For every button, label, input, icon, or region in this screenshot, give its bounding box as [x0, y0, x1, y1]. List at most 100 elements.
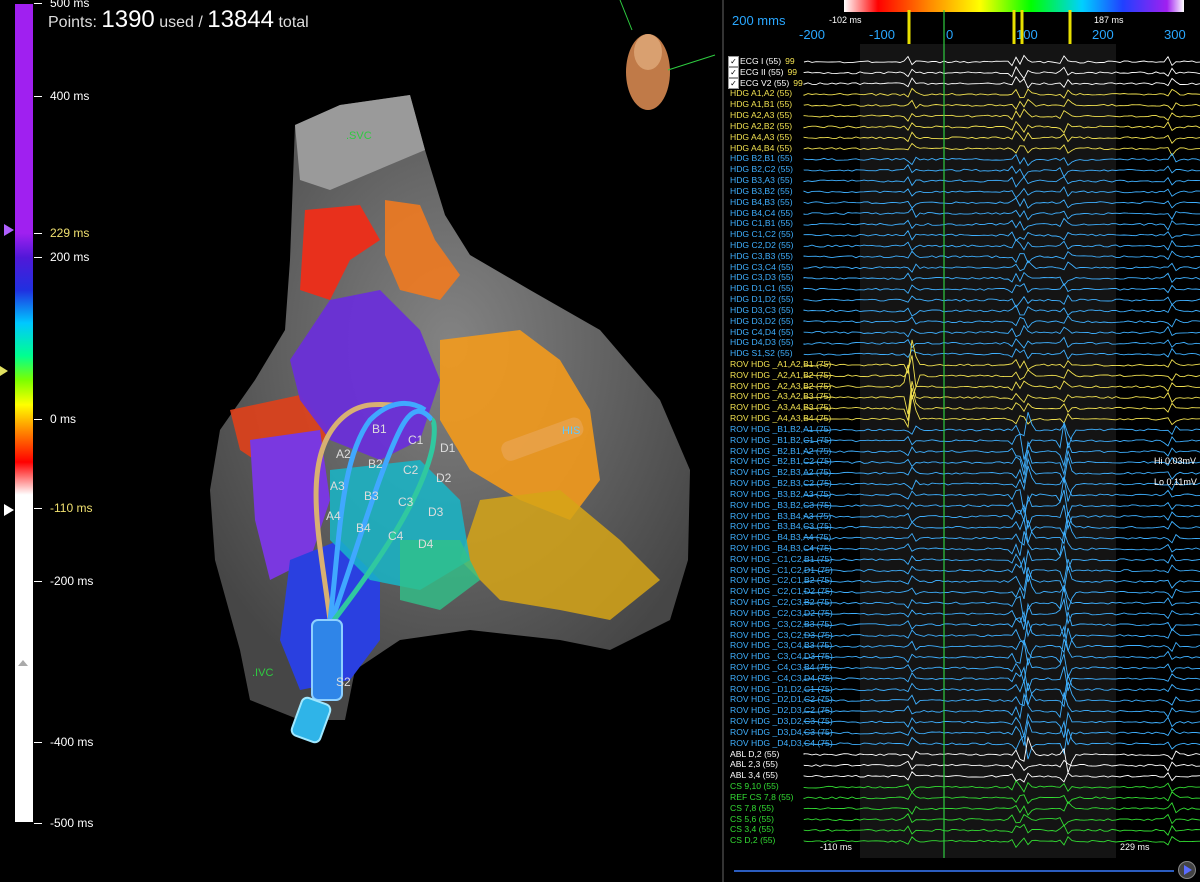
channel-label[interactable]: ROV HDG _A1,A2,B1 (75) — [730, 359, 831, 369]
channel-label[interactable]: HDG A4,A3 (55) — [730, 132, 792, 142]
channel-label[interactable]: ROV HDG _D1,D2,C1 (75) — [730, 684, 833, 694]
electrode-label: A4 — [326, 509, 341, 523]
channel-label[interactable]: ROV HDG _B2,B1,C2 (75) — [730, 456, 832, 466]
channel-label[interactable]: CS 3,4 (55) — [730, 824, 774, 834]
channel-label[interactable]: ROV HDG _C3,C2,B3 (75) — [730, 619, 832, 629]
channel-label[interactable]: ROV HDG _D2,D1,C2 (75) — [730, 694, 833, 704]
channel-label[interactable]: ROV HDG _B4,B3,A4 (75) — [730, 532, 831, 542]
channel-label[interactable]: ROV HDG _A3,A4,B3 (75) — [730, 402, 831, 412]
channel-label[interactable]: CS 7,8 (55) — [730, 803, 774, 813]
channel-label[interactable]: HDG A1,A2 (55) — [730, 88, 792, 98]
channel-label[interactable]: HDG C3,C4 (55) — [730, 262, 794, 272]
electrode-label: A2 — [336, 447, 351, 461]
channel-label[interactable]: ROV HDG _B3,B2,C3 (75) — [730, 500, 832, 510]
svc-label: .SVC — [346, 130, 372, 142]
channel-label[interactable]: ROV HDG _C3,C2,D3 (75) — [730, 630, 833, 640]
channel-label[interactable]: ROV HDG _B4,B3,C4 (75) — [730, 543, 832, 553]
channel-label[interactable]: HDG A1,B1 (55) — [730, 99, 792, 109]
channel-label[interactable]: ROV HDG _C2,C1,D2 (75) — [730, 586, 833, 596]
channel-label[interactable]: HDG C3,D3 (55) — [730, 272, 794, 282]
electrode-label: B2 — [368, 457, 383, 471]
heart-map[interactable]: .SVC .IVC HIS B1 C1 D1 A2 B2 C2 D2 A3 B3 C3 D3 A4 B4… — [0, 0, 722, 882]
channel-label[interactable]: ROV HDG _A2,A1,B2 (75) — [730, 370, 831, 380]
channel-label[interactable]: HDG D1,D2 (55) — [730, 294, 794, 304]
channel-checkbox[interactable]: ✓ — [728, 56, 739, 67]
electrode-label: D3 — [428, 505, 444, 519]
channel-label[interactable]: ROV HDG _C4,C3,D4 (75) — [730, 673, 833, 683]
electrode-label: C2 — [403, 463, 419, 477]
channel-label[interactable]: HDG S1,S2 (55) — [730, 348, 793, 358]
channel-label[interactable]: ROV HDG _C3,C4,B3 (75) — [730, 640, 832, 650]
channel-label[interactable]: HDG C4,D4 (55) — [730, 327, 794, 337]
channel-label[interactable]: HDG B3,A3 (55) — [730, 175, 793, 185]
egm-panel[interactable]: 200 mms -102 ms 187 ms -200 -100 0 100 200 30… — [722, 0, 1200, 882]
channel-label[interactable]: HDG C3,B3 (55) — [730, 251, 793, 261]
channel-label[interactable]: ROV HDG _B2,B3,C2 (75) — [730, 478, 832, 488]
foot-left-ms: -110 ms — [820, 842, 852, 852]
electrode-label: C4 — [388, 529, 404, 543]
channel-checkbox[interactable]: ✓ — [728, 66, 739, 78]
channel-label[interactable]: HDG B2,C2 (55) — [730, 164, 793, 174]
channel-label[interactable]: ROV HDG _D4,D3,C4 (75) — [730, 738, 833, 748]
channel-label[interactable]: HDG B4,C4 (55) — [730, 208, 793, 218]
electrode-label: C1 — [408, 433, 424, 447]
channel-label[interactable]: ROV HDG _B1,B2,C1 (75) — [730, 435, 832, 445]
channel-label[interactable]: ABL 2,3 (55) — [730, 759, 778, 769]
channel-label[interactable]: CS D,2 (55) — [730, 835, 775, 845]
channel-label[interactable]: HDG B3,B2 (55) — [730, 186, 793, 196]
channel-label[interactable]: HDG D4,D3 (55) — [730, 337, 794, 347]
channel-label[interactable]: ROV HDG _C4,C3,B4 (75) — [730, 662, 832, 672]
channel-label[interactable]: ROV HDG _C1,C2,B1 (75) — [730, 554, 832, 564]
channel-label[interactable]: HDG A2,A3 (55) — [730, 110, 792, 120]
timeline-bar[interactable] — [724, 858, 1200, 882]
channel-label[interactable]: HDG D3,D2 (55) — [730, 316, 794, 326]
channel-label[interactable]: ROV HDG _A2,A3,B2 (75) — [730, 381, 831, 391]
channel-label[interactable]: ROV HDG _C2,C3,B2 (75) — [730, 597, 832, 607]
channel-label[interactable]: ✓ ECG V2 (55) 99 — [728, 77, 803, 89]
foot-right-ms: 229 ms — [1120, 842, 1150, 852]
channel-label[interactable]: HDG A4,B4 (55) — [730, 143, 792, 153]
channel-label[interactable]: HDG C2,D2 (55) — [730, 240, 794, 250]
electrode-label: D1 — [440, 441, 456, 455]
channel-label[interactable]: ROV HDG _C2,C1,B2 (75) — [730, 575, 832, 585]
channel-label[interactable]: ROV HDG _D3,D4,C3 (75) — [730, 727, 833, 737]
ivc-label: .IVC — [252, 667, 273, 679]
channel-label[interactable]: HDG C1,B1 (55) — [730, 218, 793, 228]
channel-label[interactable]: ROV HDG _D3,D2,C3 (75) — [730, 716, 833, 726]
play-button[interactable] — [1178, 861, 1196, 879]
channel-label[interactable]: HDG D3,C3 (55) — [730, 305, 794, 315]
electrode-label: D2 — [436, 471, 452, 485]
channel-label[interactable]: ROV HDG _B2,B3,A2 (75) — [730, 467, 831, 477]
channel-label[interactable]: ROV HDG _D2,D3,C2 (75) — [730, 705, 833, 715]
channel-label[interactable]: ROV HDG _C3,C4,D3 (75) — [730, 651, 833, 661]
channel-label[interactable]: CS 9,10 (55) — [730, 781, 779, 791]
channel-checkbox[interactable]: ✓ — [728, 77, 739, 89]
channel-label[interactable]: ROV HDG _B1,B2,A1 (75) — [730, 424, 831, 434]
channel-label[interactable]: HDG B2,B1 (55) — [730, 153, 793, 163]
channel-label[interactable]: ABL 3,4 (55) — [730, 770, 778, 780]
channel-label[interactable]: ABL D,2 (55) — [730, 749, 779, 759]
channel-label[interactable]: CS 5,6 (55) — [730, 814, 774, 824]
electrode-label: A3 — [330, 479, 345, 493]
channel-label[interactable]: ROV HDG _B2,B1,A2 (75) — [730, 446, 831, 456]
electrode-label: B1 — [372, 422, 387, 436]
channel-label[interactable]: ✓ ECG II (55) 99 — [728, 66, 797, 78]
electrode-label: D4 — [418, 537, 434, 551]
channel-label[interactable]: ROV HDG _C1,C2,D1 (75) — [730, 565, 833, 575]
activation-map-panel[interactable]: 500 ms 400 ms 229 ms 200 ms 0 ms -110 ms -200 … — [0, 0, 722, 882]
channel-label[interactable]: ROV HDG _B3,B4,A3 (75) — [730, 511, 831, 521]
channel-label[interactable]: ROV HDG _B3,B2,A3 (75) — [730, 489, 831, 499]
channel-label[interactable]: ROV HDG _A3,A2,B3 (75) — [730, 391, 831, 401]
channel-label[interactable]: HDG B4,B3 (55) — [730, 197, 793, 207]
electrode-label: C3 — [398, 495, 414, 509]
channel-label[interactable]: ROV HDG _C2,C3,D2 (75) — [730, 608, 833, 618]
channel-label[interactable]: REF CS 7,8 (55) — [730, 792, 794, 802]
channel-label[interactable]: ROV HDG _B3,B4,C3 (75) — [730, 521, 832, 531]
channel-label[interactable]: HDG D1,C1 (55) — [730, 283, 794, 293]
channel-label[interactable]: HDG A2,B2 (55) — [730, 121, 792, 131]
channel-label[interactable]: ROV HDG _A4,A3,B4 (75) — [730, 413, 831, 423]
channel-label[interactable]: HDG C1,C2 (55) — [730, 229, 794, 239]
timeline-track[interactable] — [734, 870, 1174, 872]
channel-label[interactable]: ✓ ECG I (55) 99 — [728, 56, 795, 67]
hi-threshold: Hi 0.03mV — [1154, 456, 1197, 466]
